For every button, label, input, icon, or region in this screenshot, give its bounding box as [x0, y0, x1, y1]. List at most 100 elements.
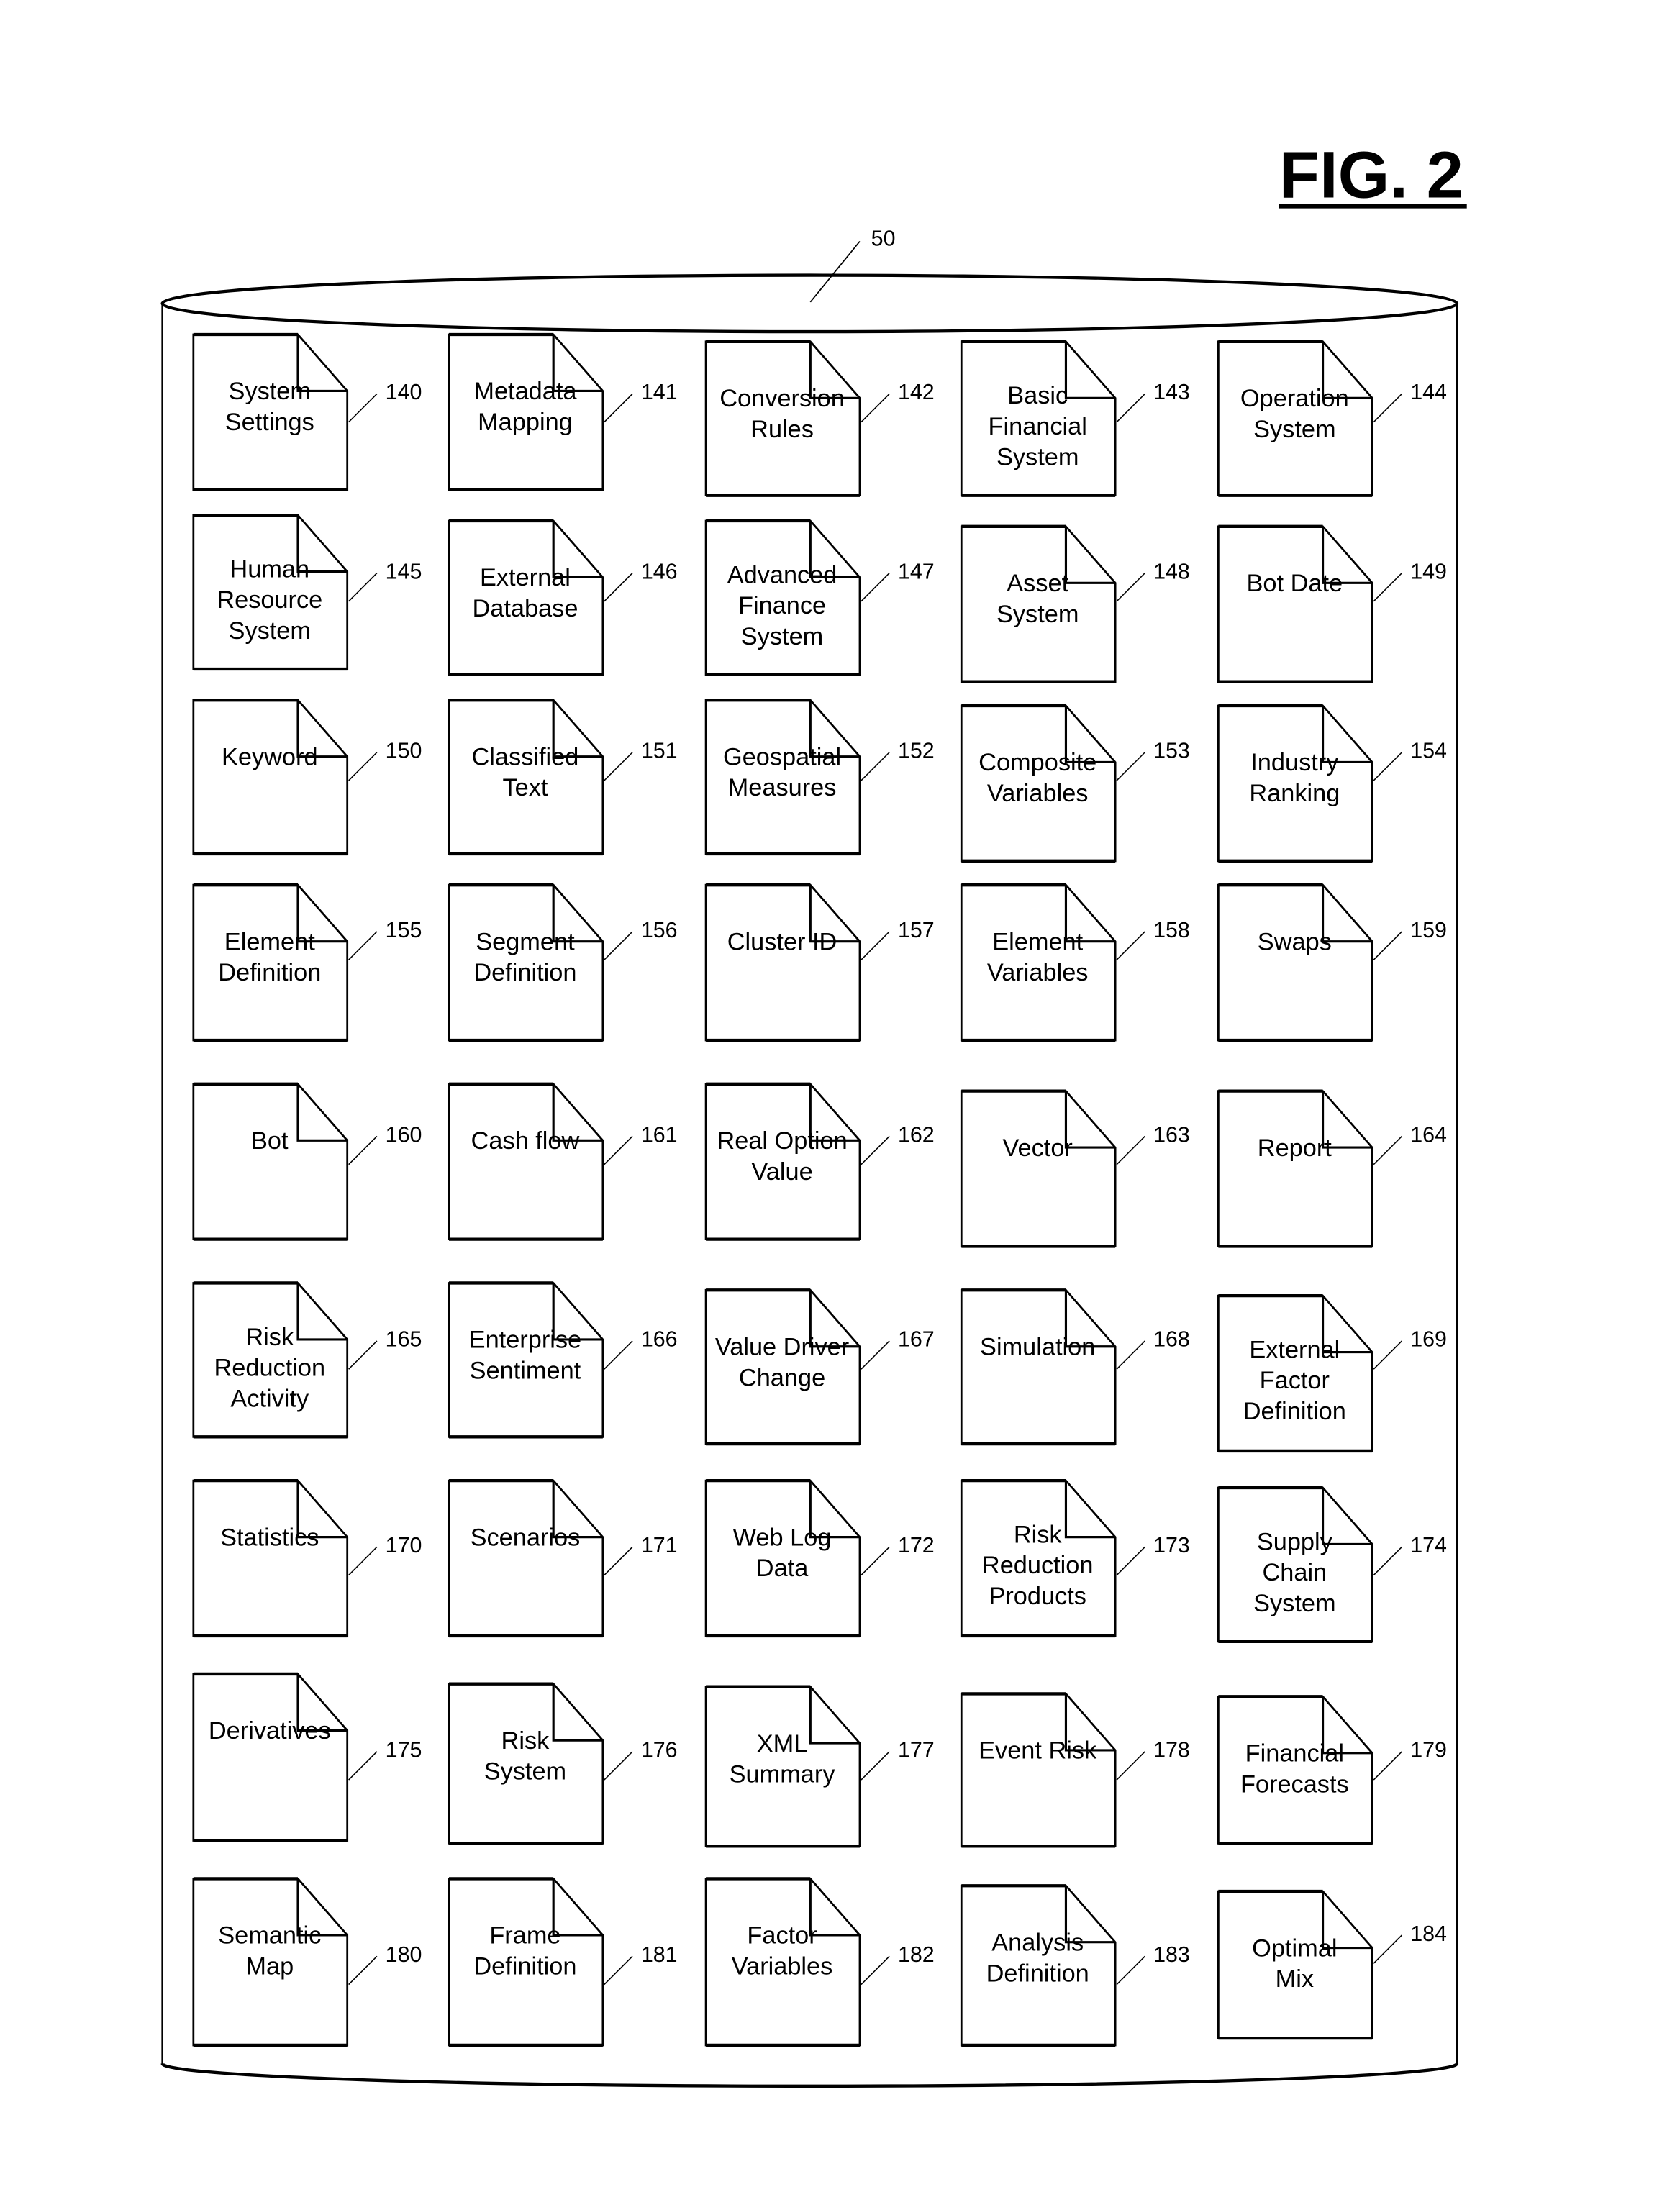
- document-143: Basic Financial System 143: [960, 340, 1190, 497]
- reference-leader-line: [348, 752, 378, 781]
- document-label-line: Factor: [747, 1922, 817, 1950]
- document-label-line: Industry: [1250, 749, 1339, 776]
- reference-numeral: 174: [1410, 1533, 1447, 1557]
- document-163: Vector 163: [960, 1089, 1190, 1248]
- document-161: Cash flow 161: [448, 1082, 678, 1241]
- reference-numeral: 173: [1153, 1533, 1190, 1557]
- database-ref-label: 50: [871, 226, 896, 250]
- document-label-line: System: [996, 444, 1079, 471]
- document-174: Supply Chain System 174: [1217, 1486, 1447, 1643]
- document-label-line: System: [229, 378, 311, 405]
- document-181: Frame Definition 181: [448, 1877, 678, 2047]
- reference-leader-line: [1116, 931, 1145, 960]
- document-label: Supply Chain System: [1253, 1528, 1335, 1617]
- document-label-line: Change: [739, 1364, 825, 1391]
- reference-numeral: 183: [1153, 1942, 1190, 1967]
- reference-numeral: 143: [1153, 380, 1190, 404]
- document-label: Event Risk: [979, 1737, 1097, 1765]
- document-label: Human Resource System: [217, 555, 322, 645]
- document-label-line: Measures: [728, 774, 837, 801]
- document-162: Real Option Value 162: [704, 1082, 935, 1241]
- document-icon: [448, 1083, 604, 1241]
- reference-leader-line: [604, 1955, 633, 1986]
- reference-leader-line: [604, 752, 633, 781]
- reference-leader-line: [348, 931, 378, 960]
- reference-numeral: 147: [898, 559, 935, 583]
- reference-leader-line: [1116, 1135, 1145, 1165]
- document-label-line: Mix: [1276, 1965, 1314, 1993]
- document-154: Industry Ranking 154: [1217, 704, 1447, 863]
- reference-leader-line: [861, 1546, 890, 1576]
- reference-numeral: 164: [1410, 1122, 1447, 1147]
- reference-leader-line: [348, 1955, 378, 1986]
- document-158: Element Variables 158: [960, 883, 1190, 1042]
- reference-leader-line: [861, 931, 890, 960]
- reference-leader-line: [604, 1751, 633, 1781]
- document-label-line: Derivatives: [209, 1717, 331, 1745]
- reference-numeral: 178: [1153, 1738, 1190, 1763]
- document-176: Risk System 176: [448, 1682, 678, 1845]
- reference-leader-line: [1373, 1934, 1403, 1964]
- reference-leader-line: [348, 1546, 378, 1576]
- document-label-line: Cluster ID: [727, 928, 837, 955]
- document-icon: [960, 1288, 1117, 1445]
- document-label-line: Operation: [1240, 385, 1349, 412]
- document-144: Operation System 144: [1217, 340, 1447, 497]
- reference-numeral: 158: [1153, 918, 1190, 942]
- document-label: Keyword: [222, 743, 318, 770]
- reference-leader-line: [1116, 1751, 1145, 1781]
- document-label-line: Conversion: [719, 385, 845, 412]
- document-171: Scenarios 171: [448, 1478, 678, 1638]
- reference-numeral: 168: [1153, 1327, 1190, 1352]
- document-147: Advanced Finance System 147: [704, 519, 935, 676]
- document-label-line: Element: [224, 928, 315, 955]
- document-label-line: External: [480, 564, 571, 591]
- reference-numeral: 184: [1410, 1922, 1447, 1946]
- reference-leader-line: [348, 393, 378, 423]
- document-173: Risk Reduction Products 173: [960, 1478, 1190, 1638]
- reference-numeral: 151: [641, 739, 678, 763]
- document-label-line: Map: [245, 1952, 294, 1980]
- document-label-line: Data: [756, 1555, 809, 1582]
- document-label-line: Definition: [473, 959, 576, 986]
- reference-numeral: 145: [386, 559, 422, 583]
- document-label-line: Variables: [732, 1952, 833, 1980]
- cylinder-top: [160, 273, 1459, 334]
- reference-numeral: 160: [386, 1122, 422, 1147]
- document-label: Scenarios: [471, 1524, 581, 1551]
- reference-numeral: 175: [386, 1738, 422, 1763]
- document-label: Vector: [1003, 1134, 1073, 1162]
- document-label-line: Keyword: [222, 743, 318, 770]
- document-label-line: Segment: [476, 928, 575, 955]
- document-label-line: Human: [230, 555, 309, 583]
- reference-numeral: 155: [386, 918, 422, 942]
- document-label-line: Reduction: [214, 1355, 325, 1382]
- document-label-line: Database: [472, 595, 578, 622]
- reference-leader-line: [348, 1340, 378, 1370]
- document-label-line: Financial: [1245, 1740, 1344, 1768]
- document-label-line: Classified: [472, 743, 579, 770]
- document-label-line: Risk: [501, 1727, 550, 1755]
- reference-numeral: 141: [641, 380, 678, 404]
- document-152: Geospatial Measures 152: [704, 698, 935, 856]
- document-182: Factor Variables 182: [704, 1877, 935, 2047]
- document-label-line: System: [741, 623, 823, 650]
- document-label-line: Geospatial: [723, 743, 841, 770]
- reference-numeral: 180: [386, 1942, 422, 1967]
- reference-leader-line: [604, 573, 633, 602]
- figure-title: FIG. 2: [1279, 138, 1467, 212]
- document-160: Bot 160: [192, 1082, 422, 1241]
- document-icon: [1217, 525, 1373, 683]
- document-label-line: Composite: [979, 749, 1096, 776]
- cylinder-bottom: [160, 2063, 1459, 2088]
- reference-numeral: 171: [641, 1533, 678, 1557]
- reference-numeral: 182: [898, 1942, 935, 1967]
- reference-numeral: 166: [641, 1327, 678, 1352]
- document-label-line: Text: [502, 774, 548, 801]
- document-149: Bot Date 149: [1217, 524, 1447, 683]
- reference-numeral: 150: [386, 739, 422, 763]
- document-label-line: Products: [989, 1583, 1086, 1610]
- reference-leader-line: [861, 393, 890, 423]
- document-155: Element Definition 155: [192, 883, 422, 1042]
- document-label: Derivatives: [209, 1717, 331, 1745]
